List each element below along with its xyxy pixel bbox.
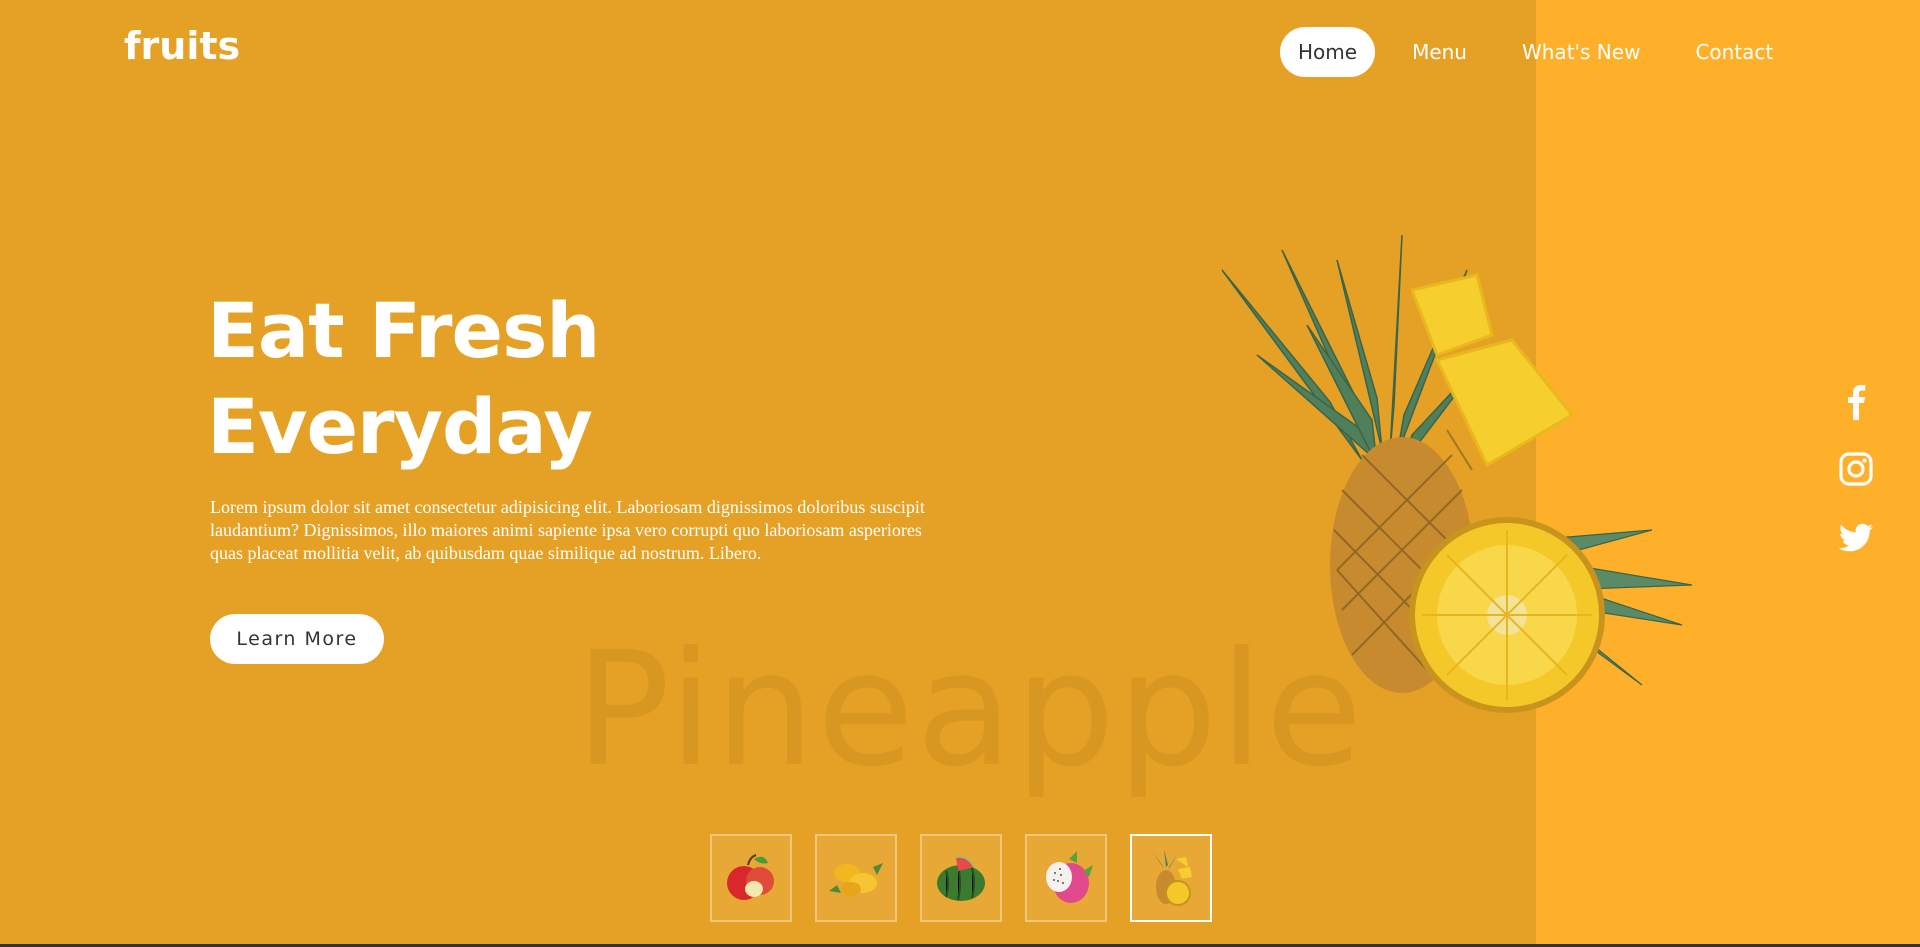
learn-more-button[interactable]: Learn More <box>210 614 384 664</box>
watermelon-thumbnail[interactable] <box>920 834 1002 922</box>
nav-contact[interactable]: Contact <box>1677 27 1791 77</box>
dragonfruit-thumbnail[interactable] <box>1025 834 1107 922</box>
landing-page: fruits Home Menu What's New Contact Pine… <box>0 0 1920 947</box>
pineapple-image <box>1221 234 1693 713</box>
nav-whats-new[interactable]: What's New <box>1504 27 1658 77</box>
pineapple-thumbnail[interactable] <box>1130 834 1212 922</box>
hero-title-line-2: Everyday <box>207 382 593 471</box>
apple-thumbnail[interactable] <box>710 834 792 922</box>
social-links <box>1835 380 1877 584</box>
facebook-icon[interactable] <box>1835 380 1877 422</box>
nav-menu[interactable]: Menu <box>1394 27 1485 77</box>
mango-thumbnail[interactable] <box>815 834 897 922</box>
hero-title-line-1: Eat Fresh <box>207 286 600 375</box>
twitter-icon[interactable] <box>1835 516 1877 558</box>
dragonfruit-icon <box>1046 851 1093 903</box>
instagram-icon[interactable] <box>1835 448 1877 490</box>
apple-icon <box>727 854 774 900</box>
main-nav: Home Menu What's New Contact <box>1280 27 1810 77</box>
watermelon-icon <box>937 855 985 901</box>
fruit-thumbnails <box>710 834 1235 922</box>
hero-description: Lorem ipsum dolor sit amet consectetur a… <box>210 497 925 563</box>
pineapple-icon <box>1152 849 1192 906</box>
site-logo[interactable]: fruits <box>124 24 240 68</box>
mango-icon <box>829 863 883 896</box>
nav-home[interactable]: Home <box>1280 27 1376 77</box>
hero-title: Eat Fresh Everyday <box>207 283 600 475</box>
